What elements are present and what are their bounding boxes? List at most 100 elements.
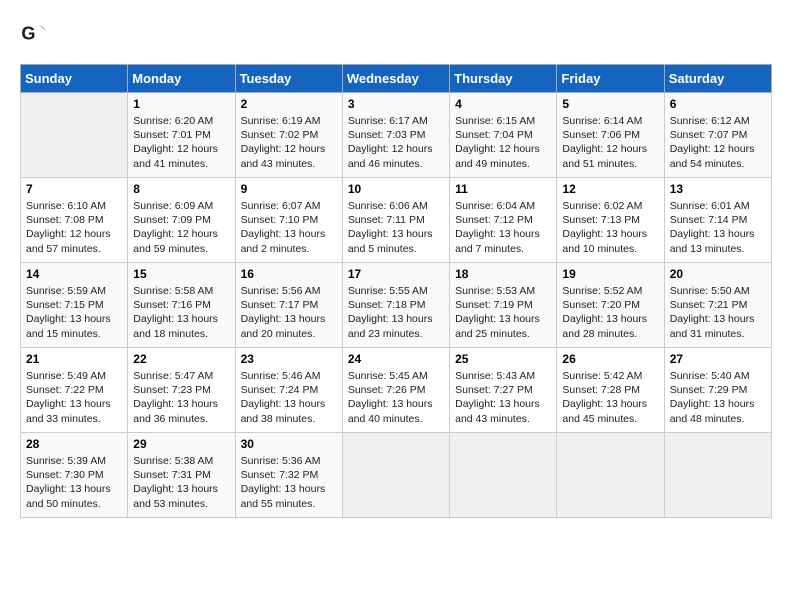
- calendar-cell: 23Sunrise: 5:46 AMSunset: 7:24 PMDayligh…: [235, 348, 342, 433]
- day-number: 25: [455, 352, 551, 366]
- day-number: 6: [670, 97, 766, 111]
- day-info: Sunrise: 6:15 AMSunset: 7:04 PMDaylight:…: [455, 114, 551, 171]
- day-number: 22: [133, 352, 229, 366]
- day-number: 21: [26, 352, 122, 366]
- day-number: 24: [348, 352, 444, 366]
- calendar-cell: 9 Sunrise: 6:07 AMSunset: 7:10 PMDaylight…: [235, 178, 342, 263]
- day-info: Sunrise: 6:09 AMSunset: 7:09 PMDaylight:…: [133, 199, 229, 256]
- calendar-cell: [664, 433, 771, 518]
- day-info: Sunrise: 6:12 AMSunset: 7:07 PMDaylight:…: [670, 114, 766, 171]
- day-number: 15: [133, 267, 229, 281]
- calendar-cell: 16Sunrise: 5:56 AMSunset: 7:17 PMDayligh…: [235, 263, 342, 348]
- day-info: Sunrise: 5:43 AMSunset: 7:27 PMDaylight:…: [455, 369, 551, 426]
- day-number: 18: [455, 267, 551, 281]
- day-info: Sunrise: 5:38 AMSunset: 7:31 PMDaylight:…: [133, 454, 229, 511]
- day-number: 12: [562, 182, 658, 196]
- day-info: Sunrise: 5:50 AMSunset: 7:21 PMDaylight:…: [670, 284, 766, 341]
- calendar-cell: 15 Sunrise: 5:58 AMSunset: 7:16 PMDayligh…: [128, 263, 235, 348]
- day-number: 19: [562, 267, 658, 281]
- calendar-cell: [21, 93, 128, 178]
- calendar-cell: 3 Sunrise: 6:17 AMSunset: 7:03 PMDaylight…: [342, 93, 449, 178]
- day-info: Sunrise: 6:10 AMSunset: 7:08 PMDaylight:…: [26, 199, 122, 256]
- day-info: Sunrise: 6:20 AMSunset: 7:01 PMDaylight:…: [133, 114, 229, 171]
- day-info: Sunrise: 6:04 AMSunset: 7:12 PMDaylight:…: [455, 199, 551, 256]
- logo-icon: G: [20, 20, 48, 48]
- day-info: Sunrise: 5:56 AMSunset: 7:17 PMDaylight:…: [241, 284, 337, 341]
- calendar-cell: 4 Sunrise: 6:15 AMSunset: 7:04 PMDaylight…: [450, 93, 557, 178]
- day-header-monday: Monday: [128, 65, 235, 93]
- calendar-cell: 20 Sunrise: 5:50 AMSunset: 7:21 PMDayligh…: [664, 263, 771, 348]
- day-number: 26: [562, 352, 658, 366]
- calendar-cell: 28Sunrise: 5:39 AMSunset: 7:30 PMDayligh…: [21, 433, 128, 518]
- day-number: 13: [670, 182, 766, 196]
- day-number: 11: [455, 182, 551, 196]
- day-info: Sunrise: 6:01 AMSunset: 7:14 PMDaylight:…: [670, 199, 766, 256]
- day-header-saturday: Saturday: [664, 65, 771, 93]
- day-info: Sunrise: 6:14 AMSunset: 7:06 PMDaylight:…: [562, 114, 658, 171]
- day-number: 30: [241, 437, 337, 451]
- calendar-cell: 10 Sunrise: 6:06 AMSunset: 7:11 PMDayligh…: [342, 178, 449, 263]
- day-info: Sunrise: 6:17 AMSunset: 7:03 PMDaylight:…: [348, 114, 444, 171]
- calendar-cell: 19 Sunrise: 5:52 AMSunset: 7:20 PMDayligh…: [557, 263, 664, 348]
- day-info: Sunrise: 5:49 AMSunset: 7:22 PMDaylight:…: [26, 369, 122, 426]
- calendar-cell: 6 Sunrise: 6:12 AMSunset: 7:07 PMDaylight…: [664, 93, 771, 178]
- day-info: Sunrise: 5:42 AMSunset: 7:28 PMDaylight:…: [562, 369, 658, 426]
- day-header-thursday: Thursday: [450, 65, 557, 93]
- calendar-cell: 27 Sunrise: 5:40 AMSunset: 7:29 PMDayligh…: [664, 348, 771, 433]
- day-number: 2: [241, 97, 337, 111]
- calendar-cell: 11 Sunrise: 6:04 AMSunset: 7:12 PMDayligh…: [450, 178, 557, 263]
- calendar-header-row: SundayMondayTuesdayWednesdayThursdayFrid…: [21, 65, 772, 93]
- week-row-2: 7 Sunrise: 6:10 AMSunset: 7:08 PMDaylight…: [21, 178, 772, 263]
- calendar-cell: 24Sunrise: 5:45 AMSunset: 7:26 PMDayligh…: [342, 348, 449, 433]
- day-info: Sunrise: 5:58 AMSunset: 7:16 PMDaylight:…: [133, 284, 229, 341]
- day-info: Sunrise: 6:06 AMSunset: 7:11 PMDaylight:…: [348, 199, 444, 256]
- calendar-cell: 25 Sunrise: 5:43 AMSunset: 7:27 PMDayligh…: [450, 348, 557, 433]
- day-number: 29: [133, 437, 229, 451]
- day-header-sunday: Sunday: [21, 65, 128, 93]
- calendar-cell: 8Sunrise: 6:09 AMSunset: 7:09 PMDaylight…: [128, 178, 235, 263]
- day-number: 4: [455, 97, 551, 111]
- day-number: 14: [26, 267, 122, 281]
- week-row-4: 21 Sunrise: 5:49 AMSunset: 7:22 PMDayligh…: [21, 348, 772, 433]
- calendar-cell: 1Sunrise: 6:20 AMSunset: 7:01 PMDaylight…: [128, 93, 235, 178]
- day-info: Sunrise: 5:52 AMSunset: 7:20 PMDaylight:…: [562, 284, 658, 341]
- calendar-cell: 18 Sunrise: 5:53 AMSunset: 7:19 PMDayligh…: [450, 263, 557, 348]
- day-info: Sunrise: 5:46 AMSunset: 7:24 PMDaylight:…: [241, 369, 337, 426]
- day-number: 7: [26, 182, 122, 196]
- calendar-cell: 12 Sunrise: 6:02 AMSunset: 7:13 PMDayligh…: [557, 178, 664, 263]
- day-number: 20: [670, 267, 766, 281]
- day-header-tuesday: Tuesday: [235, 65, 342, 93]
- calendar-cell: 13 Sunrise: 6:01 AMSunset: 7:14 PMDayligh…: [664, 178, 771, 263]
- day-header-wednesday: Wednesday: [342, 65, 449, 93]
- day-info: Sunrise: 5:40 AMSunset: 7:29 PMDaylight:…: [670, 369, 766, 426]
- page-header: G: [20, 20, 772, 48]
- day-info: Sunrise: 5:47 AMSunset: 7:23 PMDaylight:…: [133, 369, 229, 426]
- day-number: 3: [348, 97, 444, 111]
- day-number: 10: [348, 182, 444, 196]
- day-info: Sunrise: 5:55 AMSunset: 7:18 PMDaylight:…: [348, 284, 444, 341]
- calendar-cell: 21 Sunrise: 5:49 AMSunset: 7:22 PMDayligh…: [21, 348, 128, 433]
- calendar-cell: 7 Sunrise: 6:10 AMSunset: 7:08 PMDaylight…: [21, 178, 128, 263]
- calendar-body: 1Sunrise: 6:20 AMSunset: 7:01 PMDaylight…: [21, 93, 772, 518]
- day-number: 27: [670, 352, 766, 366]
- day-number: 9: [241, 182, 337, 196]
- calendar-table: SundayMondayTuesdayWednesdayThursdayFrid…: [20, 64, 772, 518]
- day-number: 5: [562, 97, 658, 111]
- day-number: 17: [348, 267, 444, 281]
- week-row-5: 28Sunrise: 5:39 AMSunset: 7:30 PMDayligh…: [21, 433, 772, 518]
- calendar-cell: 2Sunrise: 6:19 AMSunset: 7:02 PMDaylight…: [235, 93, 342, 178]
- day-number: 28: [26, 437, 122, 451]
- calendar-cell: 5 Sunrise: 6:14 AMSunset: 7:06 PMDaylight…: [557, 93, 664, 178]
- day-info: Sunrise: 5:36 AMSunset: 7:32 PMDaylight:…: [241, 454, 337, 511]
- day-info: Sunrise: 6:02 AMSunset: 7:13 PMDaylight:…: [562, 199, 658, 256]
- day-info: Sunrise: 6:07 AMSunset: 7:10 PMDaylight:…: [241, 199, 337, 256]
- svg-text:G: G: [21, 24, 35, 44]
- week-row-1: 1Sunrise: 6:20 AMSunset: 7:01 PMDaylight…: [21, 93, 772, 178]
- calendar-cell: [342, 433, 449, 518]
- calendar-cell: 22 Sunrise: 5:47 AMSunset: 7:23 PMDayligh…: [128, 348, 235, 433]
- calendar-cell: 30 Sunrise: 5:36 AMSunset: 7:32 PMDayligh…: [235, 433, 342, 518]
- day-info: Sunrise: 5:53 AMSunset: 7:19 PMDaylight:…: [455, 284, 551, 341]
- day-info: Sunrise: 5:59 AMSunset: 7:15 PMDaylight:…: [26, 284, 122, 341]
- calendar-cell: [557, 433, 664, 518]
- calendar-cell: 29 Sunrise: 5:38 AMSunset: 7:31 PMDayligh…: [128, 433, 235, 518]
